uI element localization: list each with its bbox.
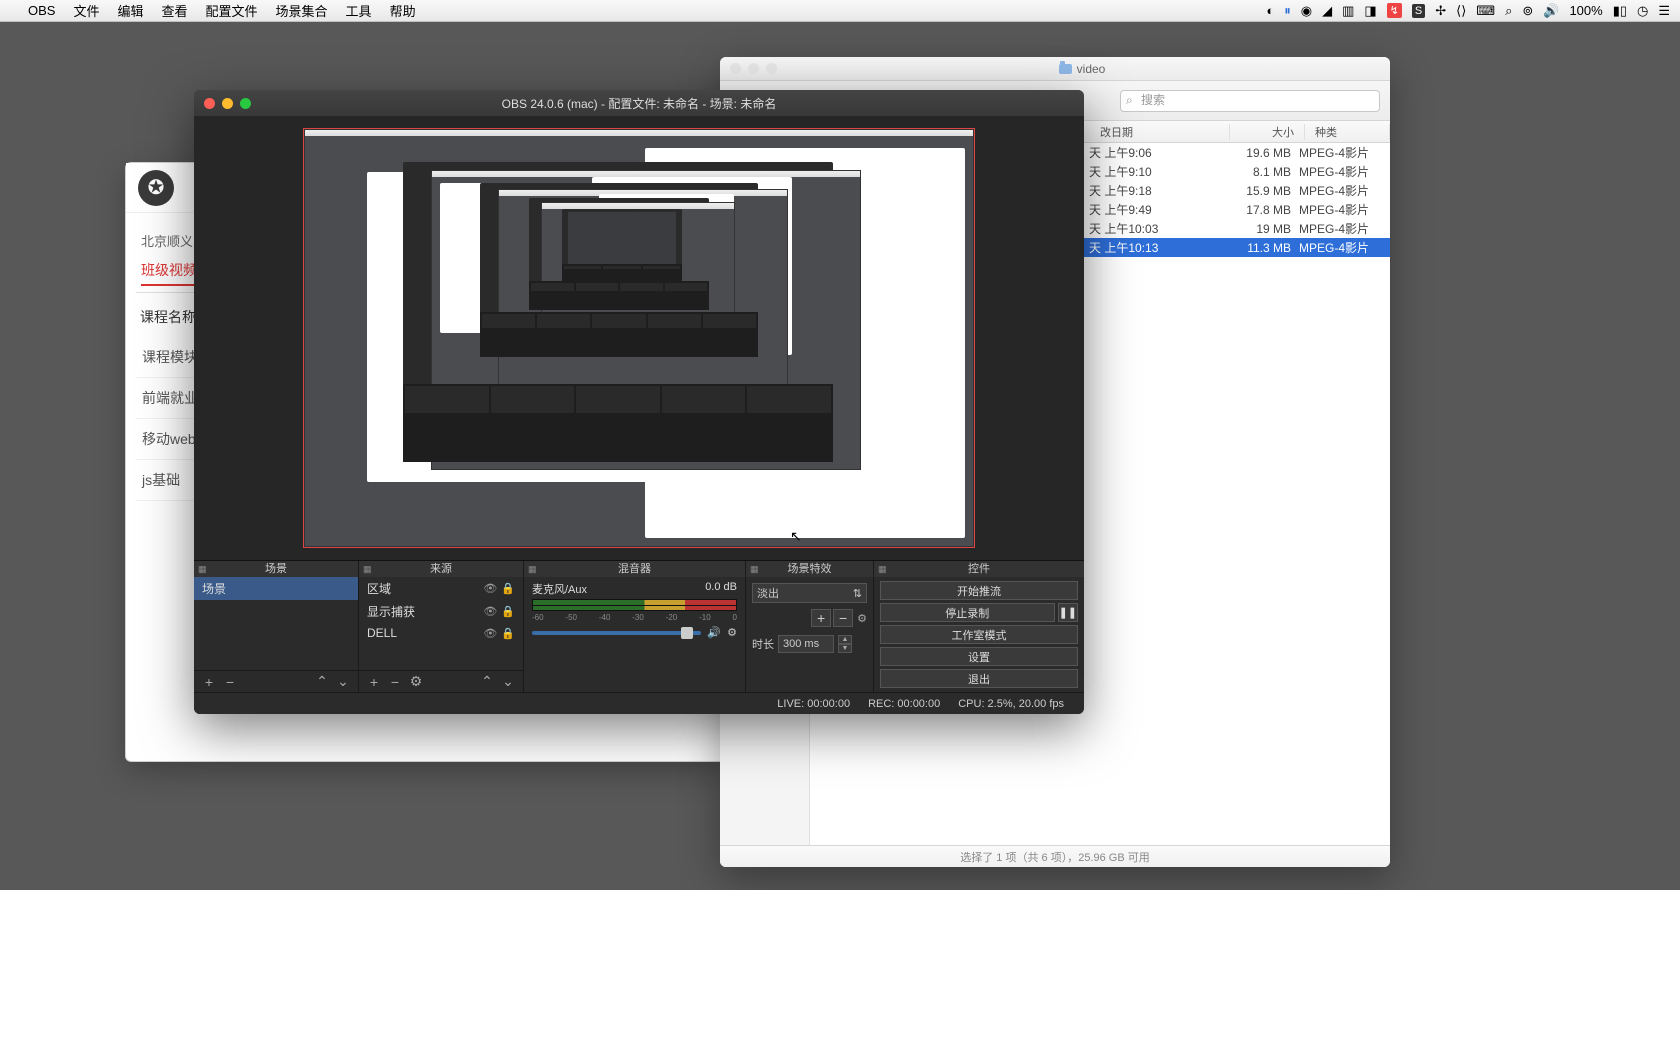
menu-profile[interactable]: 配置文件 — [206, 1, 258, 20]
status-live: LIVE: 00:00:00 — [777, 698, 850, 710]
wifi-icon[interactable]: ⊚ — [1522, 3, 1533, 19]
clock-icon[interactable]: ◷ — [1637, 3, 1648, 19]
menu-view[interactable]: 查看 — [162, 1, 188, 20]
status-icon[interactable]: ◐ — [1266, 3, 1274, 18]
status-icon[interactable]: ◢ — [1322, 3, 1332, 19]
menu-app[interactable]: OBS — [28, 3, 55, 18]
source-item[interactable]: DELL👁🔒 — [359, 623, 523, 643]
tab-class-video[interactable]: 班级视频 — [141, 260, 197, 286]
obs-window: OBS 24.0.6 (mac) - 配置文件: 未命名 - 场景: 未命名 — [194, 90, 1084, 714]
menu-edit[interactable]: 编辑 — [117, 1, 143, 20]
gear-icon[interactable]: ⚙ — [727, 626, 737, 639]
spotlight-icon[interactable]: ⌕ — [1505, 3, 1512, 19]
obs-statusbar: LIVE: 00:00:00 REC: 00:00:00 CPU: 2.5%, … — [194, 692, 1084, 714]
panel-transitions: 场景特效 淡出⇅ + − ⚙ 时长 ▲▼ — [746, 561, 874, 692]
volume-icon[interactable]: 🔊 — [1543, 3, 1559, 19]
down-button[interactable]: ⌄ — [499, 674, 517, 690]
up-button[interactable]: ⌃ — [313, 674, 331, 690]
status-icon[interactable]: ✢ — [1435, 3, 1446, 19]
finder-title: video — [1077, 62, 1106, 76]
menu-tools[interactable]: 工具 — [346, 1, 372, 20]
audio-meter — [532, 599, 737, 611]
gear-icon[interactable]: ⚙ — [857, 612, 867, 625]
speaker-icon[interactable]: 🔊 — [707, 626, 721, 639]
spinner-up[interactable]: ▲ — [838, 635, 852, 644]
status-icon[interactable]: ▥ — [1342, 3, 1354, 19]
close-icon[interactable] — [730, 63, 741, 74]
spinner-down[interactable]: ▼ — [838, 644, 852, 653]
status-icon[interactable]: ⟨⟩ — [1456, 3, 1466, 19]
panel-header[interactable]: 控件 — [874, 561, 1084, 577]
folder-icon — [1059, 64, 1072, 74]
panel-header[interactable]: 场景特效 — [746, 561, 873, 577]
mixer-db: 0.0 dB — [705, 581, 737, 597]
volume-slider[interactable] — [532, 631, 701, 635]
page-bottom-area — [0, 890, 1680, 1050]
lock-icon[interactable]: 🔒 — [501, 627, 515, 640]
preview-canvas[interactable] — [303, 128, 975, 548]
up-button[interactable]: ⌃ — [478, 674, 496, 690]
battery-text: 100% — [1569, 3, 1602, 18]
remove-button[interactable]: − — [221, 674, 239, 690]
add-button[interactable]: + — [200, 674, 218, 690]
source-item[interactable]: 区域👁🔒 — [359, 577, 523, 600]
menu-help[interactable]: 帮助 — [390, 1, 416, 20]
exit-button[interactable]: 退出 — [880, 669, 1078, 688]
status-icon[interactable]: ⏸ — [1284, 3, 1291, 19]
menu-icon[interactable]: ☰ — [1658, 3, 1670, 19]
status-icon[interactable]: ◨ — [1364, 3, 1376, 19]
obs-title: OBS 24.0.6 (mac) - 配置文件: 未命名 - 场景: 未命名 — [194, 95, 1084, 112]
battery-icon[interactable]: ▮▯ — [1613, 3, 1627, 19]
search-input[interactable]: 搜索 — [1120, 90, 1380, 112]
gear-icon[interactable]: ⚙ — [407, 674, 425, 690]
scene-item[interactable]: 场景 — [194, 577, 358, 600]
panel-header[interactable]: 混音器 — [524, 561, 745, 577]
status-icon[interactable]: ↯ — [1387, 3, 1402, 18]
panel-scenes: 场景 场景 + − ⌃ ⌄ — [194, 561, 359, 692]
lock-icon[interactable]: 🔒 — [501, 582, 515, 595]
panel-header[interactable]: 场景 — [194, 561, 358, 577]
status-icon[interactable]: ⌨ — [1476, 3, 1495, 19]
window-traffic-lights[interactable] — [730, 63, 777, 74]
minimize-icon[interactable] — [748, 63, 759, 74]
mixer-source-name: 麦克风/Aux — [532, 581, 587, 597]
panel-controls: 控件 开始推流 停止录制 ❚❚ 工作室模式 设置 退出 — [874, 561, 1084, 692]
eye-icon[interactable]: 👁 — [483, 605, 497, 618]
transition-select[interactable]: 淡出⇅ — [752, 583, 867, 603]
panel-mixer: 混音器 麦克风/Aux0.0 dB -60-50-40-30-20-100 🔊 … — [524, 561, 746, 692]
finder-status: 选择了 1 项（共 6 项），25.96 GB 可用 — [720, 845, 1390, 867]
lock-icon[interactable]: 🔒 — [501, 605, 515, 618]
panel-header[interactable]: 来源 — [359, 561, 523, 577]
stop-recording-button[interactable]: 停止录制 — [880, 603, 1055, 622]
down-button[interactable]: ⌄ — [334, 674, 352, 690]
status-icon[interactable]: ◉ — [1301, 3, 1312, 19]
add-button[interactable]: + — [365, 674, 383, 690]
eye-icon[interactable]: 👁 — [483, 627, 497, 640]
obs-preview[interactable] — [194, 116, 1084, 560]
studio-mode-button[interactable]: 工作室模式 — [880, 625, 1078, 644]
pause-recording-button[interactable]: ❚❚ — [1058, 603, 1078, 622]
settings-button[interactable]: 设置 — [880, 647, 1078, 666]
duration-label: 时长 — [752, 636, 774, 652]
remove-button[interactable]: − — [833, 609, 853, 627]
add-button[interactable]: + — [811, 609, 831, 627]
eye-icon[interactable]: 👁 — [483, 582, 497, 595]
status-rec: REC: 00:00:00 — [868, 698, 940, 710]
menu-file[interactable]: 文件 — [73, 1, 99, 20]
site-logo-icon: ✪ — [138, 170, 174, 206]
panel-sources: 来源 区域👁🔒 显示捕获👁🔒 DELL👁🔒 + − ⚙ ⌃ ⌄ — [359, 561, 524, 692]
maximize-icon[interactable] — [766, 63, 777, 74]
status-cpu: CPU: 2.5%, 20.00 fps — [958, 698, 1064, 710]
menu-scene-collection[interactable]: 场景集合 — [276, 1, 328, 20]
duration-input[interactable] — [778, 635, 834, 653]
status-icon[interactable]: S — [1412, 4, 1425, 18]
obs-panels: 场景 场景 + − ⌃ ⌄ 来源 区域👁🔒 显示捕获👁🔒 DE — [194, 560, 1084, 692]
remove-button[interactable]: − — [386, 674, 404, 690]
macos-menubar: OBS 文件 编辑 查看 配置文件 场景集合 工具 帮助 ◐ ⏸ ◉ ◢ ▥ ◨… — [0, 0, 1680, 22]
source-item[interactable]: 显示捕获👁🔒 — [359, 600, 523, 623]
start-streaming-button[interactable]: 开始推流 — [880, 581, 1078, 600]
